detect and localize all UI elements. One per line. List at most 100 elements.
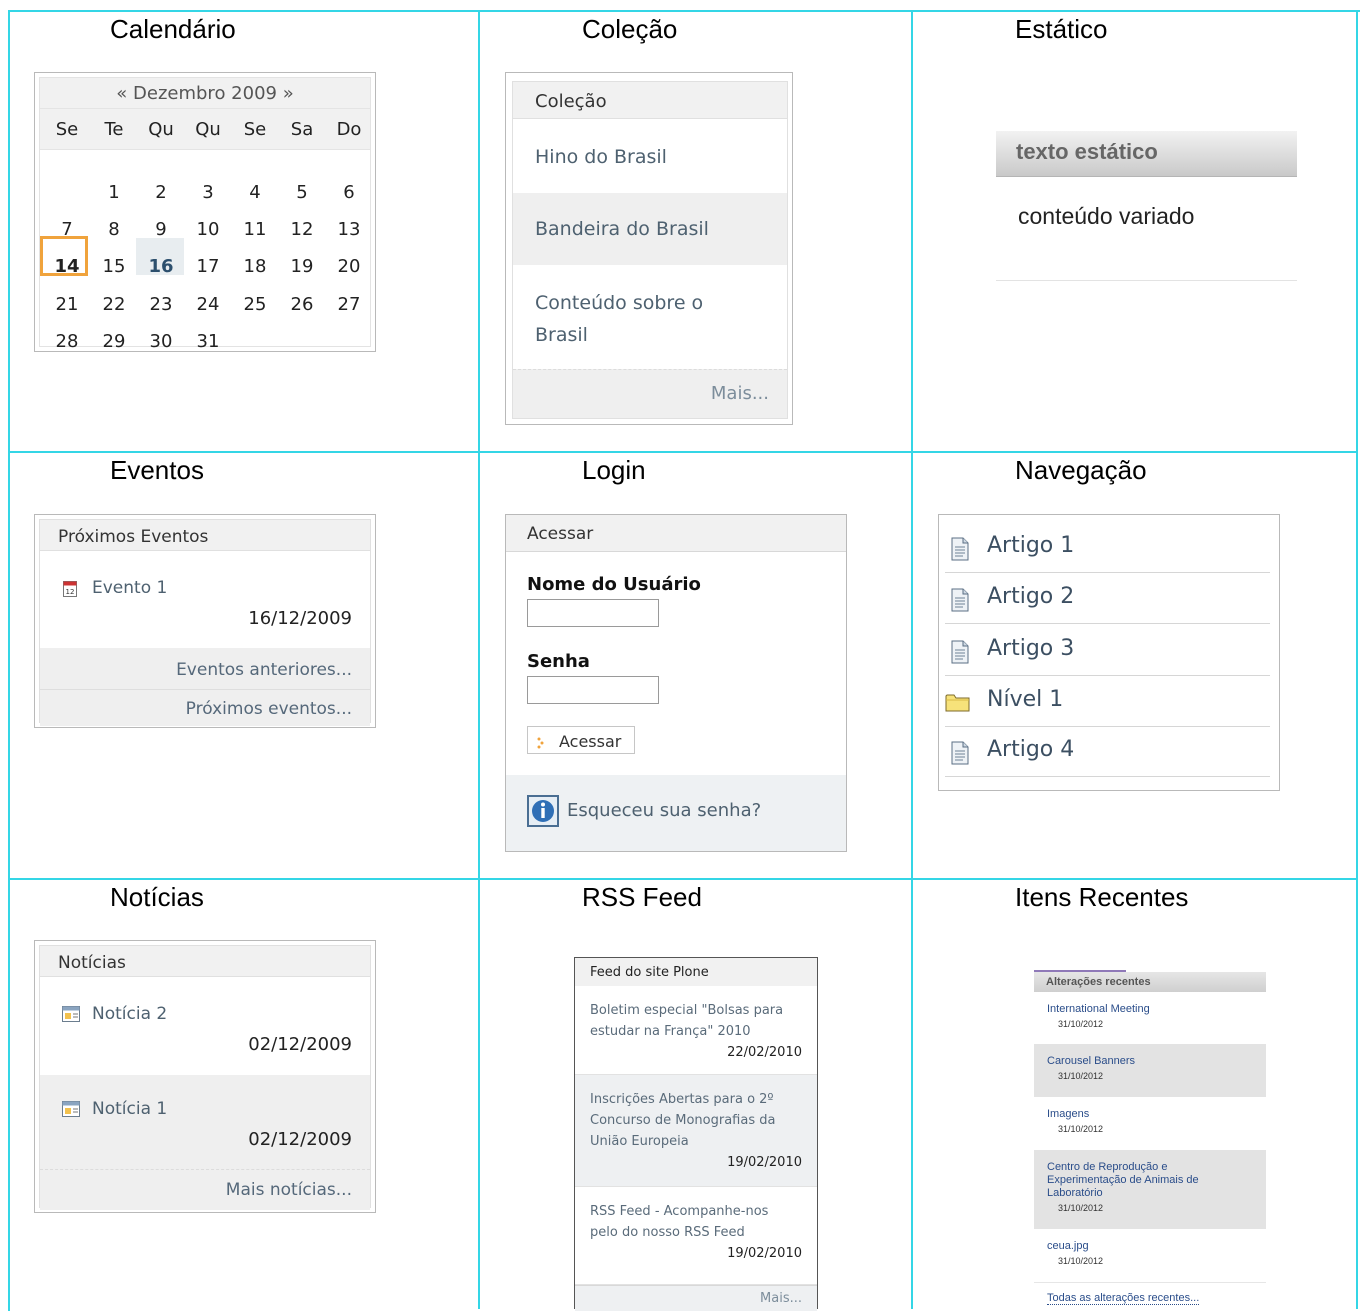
username-input[interactable]	[527, 599, 659, 627]
navigation-item-link[interactable]: Artigo 4	[987, 737, 1074, 762]
calendar-day[interactable]: 1	[91, 182, 137, 203]
calendar-day[interactable]: 28	[44, 331, 90, 352]
rss-title: RSS Feed	[582, 882, 702, 912]
navigation-separator	[945, 623, 1270, 624]
previous-events-link[interactable]: Eventos anteriores...	[176, 660, 352, 680]
navigation-title: Navegação	[1015, 455, 1147, 485]
recent-item-link[interactable]: International Meeting	[1047, 1003, 1150, 1015]
recent-item-link[interactable]: Carousel Banners	[1047, 1055, 1135, 1067]
news-header: Notícias	[40, 946, 370, 977]
calendar-day[interactable]: 27	[326, 294, 372, 315]
calendar-day[interactable]: 17	[185, 256, 231, 277]
rss-item-link[interactable]: União Europeia	[590, 1134, 689, 1149]
navigation-item-link[interactable]: Nível 1	[987, 687, 1063, 712]
events-portlet: Próximos Eventos 12 Evento 1 16/12/2009 …	[34, 514, 376, 728]
navigation-item-link[interactable]: Artigo 1	[987, 533, 1074, 558]
rss-item-link[interactable]: pelo do nosso RSS Feed	[590, 1225, 745, 1240]
collection-item-link[interactable]: Hino do Brasil	[535, 146, 667, 168]
calendar-day[interactable]: 6	[326, 182, 372, 203]
rss-header: Feed do site Plone	[575, 958, 817, 987]
rss-item-date: 19/02/2010	[727, 1155, 802, 1170]
calendar-day[interactable]: 22	[91, 294, 137, 315]
recent-item-link[interactable]: Experimentação de Animais de	[1047, 1174, 1199, 1186]
rss-more-link[interactable]: Mais...	[760, 1291, 802, 1306]
calendar-day[interactable]: 14	[44, 256, 90, 277]
forgot-password-link[interactable]: Esqueceu sua senha?	[567, 800, 761, 821]
more-news-link[interactable]: Mais notícias...	[226, 1180, 352, 1200]
rss-item-link[interactable]: Inscrições Abertas para o 2º	[590, 1092, 774, 1107]
calendar-day[interactable]: 24	[185, 294, 231, 315]
all-recent-link[interactable]: Todas as alterações recentes...	[1047, 1292, 1200, 1305]
svg-text:12: 12	[66, 588, 75, 596]
calendar-day[interactable]: 29	[91, 331, 137, 352]
weekday-label: Se	[55, 119, 79, 140]
calendar-day[interactable]: 8	[91, 219, 137, 240]
calendar-day[interactable]: 19	[279, 256, 325, 277]
weekday-label: Se	[243, 119, 267, 140]
calendar-day[interactable]: 15	[91, 256, 137, 277]
recent-item-date: 31/10/2012	[1058, 1124, 1104, 1134]
event-date: 16/12/2009	[248, 608, 352, 629]
calendar-icon: 12	[63, 580, 77, 597]
collection-item-link[interactable]: Bandeira do Brasil	[535, 218, 709, 240]
recent-item-date: 31/10/2012	[1058, 1019, 1104, 1029]
collection-header: Coleção	[513, 82, 787, 119]
collection-item-link[interactable]: Conteúdo sobre o	[535, 292, 703, 314]
calendar-day[interactable]: 3	[185, 182, 231, 203]
collection-more-link[interactable]: Mais...	[711, 383, 769, 404]
calendar-day[interactable]: 2	[138, 182, 184, 203]
news-item-link[interactable]: Notícia 1	[92, 1099, 167, 1119]
recent-header: Alterações recentes	[1034, 972, 1266, 992]
static-title: Estático	[1015, 14, 1108, 44]
navigation-separator	[945, 675, 1270, 676]
event-item-link[interactable]: Evento 1	[92, 578, 167, 598]
rss-item-link[interactable]: RSS Feed - Acompanhe-nos	[590, 1204, 768, 1219]
navigation-separator	[945, 726, 1270, 727]
calendar-day[interactable]: 4	[232, 182, 278, 203]
calendar-day[interactable]: 31	[185, 331, 231, 352]
navigation-item-link[interactable]: Artigo 2	[987, 584, 1074, 609]
recent-item-link[interactable]: Imagens	[1047, 1108, 1089, 1120]
calendar-day[interactable]: 5	[279, 182, 325, 203]
calendar-day[interactable]: 12	[279, 219, 325, 240]
document-icon	[949, 640, 971, 664]
calendar-day[interactable]: 11	[232, 219, 278, 240]
news-portlet: Notícias Notícia 2 02/12/2009 Notícia 1 …	[34, 940, 376, 1213]
rss-item-link[interactable]: Concurso de Monografias da	[590, 1113, 775, 1128]
prev-month-link[interactable]: «	[116, 83, 127, 104]
news-frame: Notícias Notícia 2 02/12/2009 Notícia 1 …	[39, 945, 371, 1210]
static-body-text: conteúdo variado	[1018, 203, 1195, 229]
collection-item-link[interactable]: Brasil	[535, 324, 588, 346]
login-header: Acessar	[506, 515, 846, 552]
login-button[interactable]: Acessar	[527, 726, 635, 754]
news-title: Notícias	[110, 882, 204, 912]
recent-item-link[interactable]: Centro de Reprodução e	[1047, 1161, 1167, 1173]
recent-portlet: Alterações recentes International Meetin…	[1034, 970, 1266, 1309]
calendar-day[interactable]: 20	[326, 256, 372, 277]
news-item-link[interactable]: Notícia 2	[92, 1004, 167, 1024]
rss-item-link[interactable]: estudar na França" 2010	[590, 1024, 751, 1039]
folder-icon	[945, 691, 971, 713]
calendar-day[interactable]: 18	[232, 256, 278, 277]
calendar-day[interactable]: 9	[138, 219, 184, 240]
rss-item-link[interactable]: Boletim especial "Bolsas para	[590, 1003, 783, 1018]
next-month-link[interactable]: »	[283, 83, 294, 104]
navigation-item-link[interactable]: Artigo 3	[987, 636, 1074, 661]
calendar-day[interactable]: 23	[138, 294, 184, 315]
upcoming-events-link[interactable]: Próximos eventos...	[186, 699, 352, 719]
calendar-day[interactable]: 26	[279, 294, 325, 315]
calendar-day[interactable]: 10	[185, 219, 231, 240]
calendar-day[interactable]: 25	[232, 294, 278, 315]
login-header-text: Acessar	[527, 524, 594, 544]
rss-item-date: 19/02/2010	[727, 1246, 802, 1261]
calendar-day[interactable]: 16	[138, 256, 184, 277]
calendar-day[interactable]: 21	[44, 294, 90, 315]
calendar-day[interactable]: 13	[326, 219, 372, 240]
recent-item-date: 31/10/2012	[1058, 1071, 1104, 1081]
calendar-day[interactable]: 7	[44, 219, 90, 240]
recent-title: Itens Recentes	[1015, 882, 1189, 912]
password-input[interactable]	[527, 676, 659, 704]
recent-item-link[interactable]: ceua.jpg	[1047, 1240, 1089, 1252]
calendar-day[interactable]: 30	[138, 331, 184, 352]
recent-item-link[interactable]: Laboratório	[1047, 1187, 1103, 1199]
